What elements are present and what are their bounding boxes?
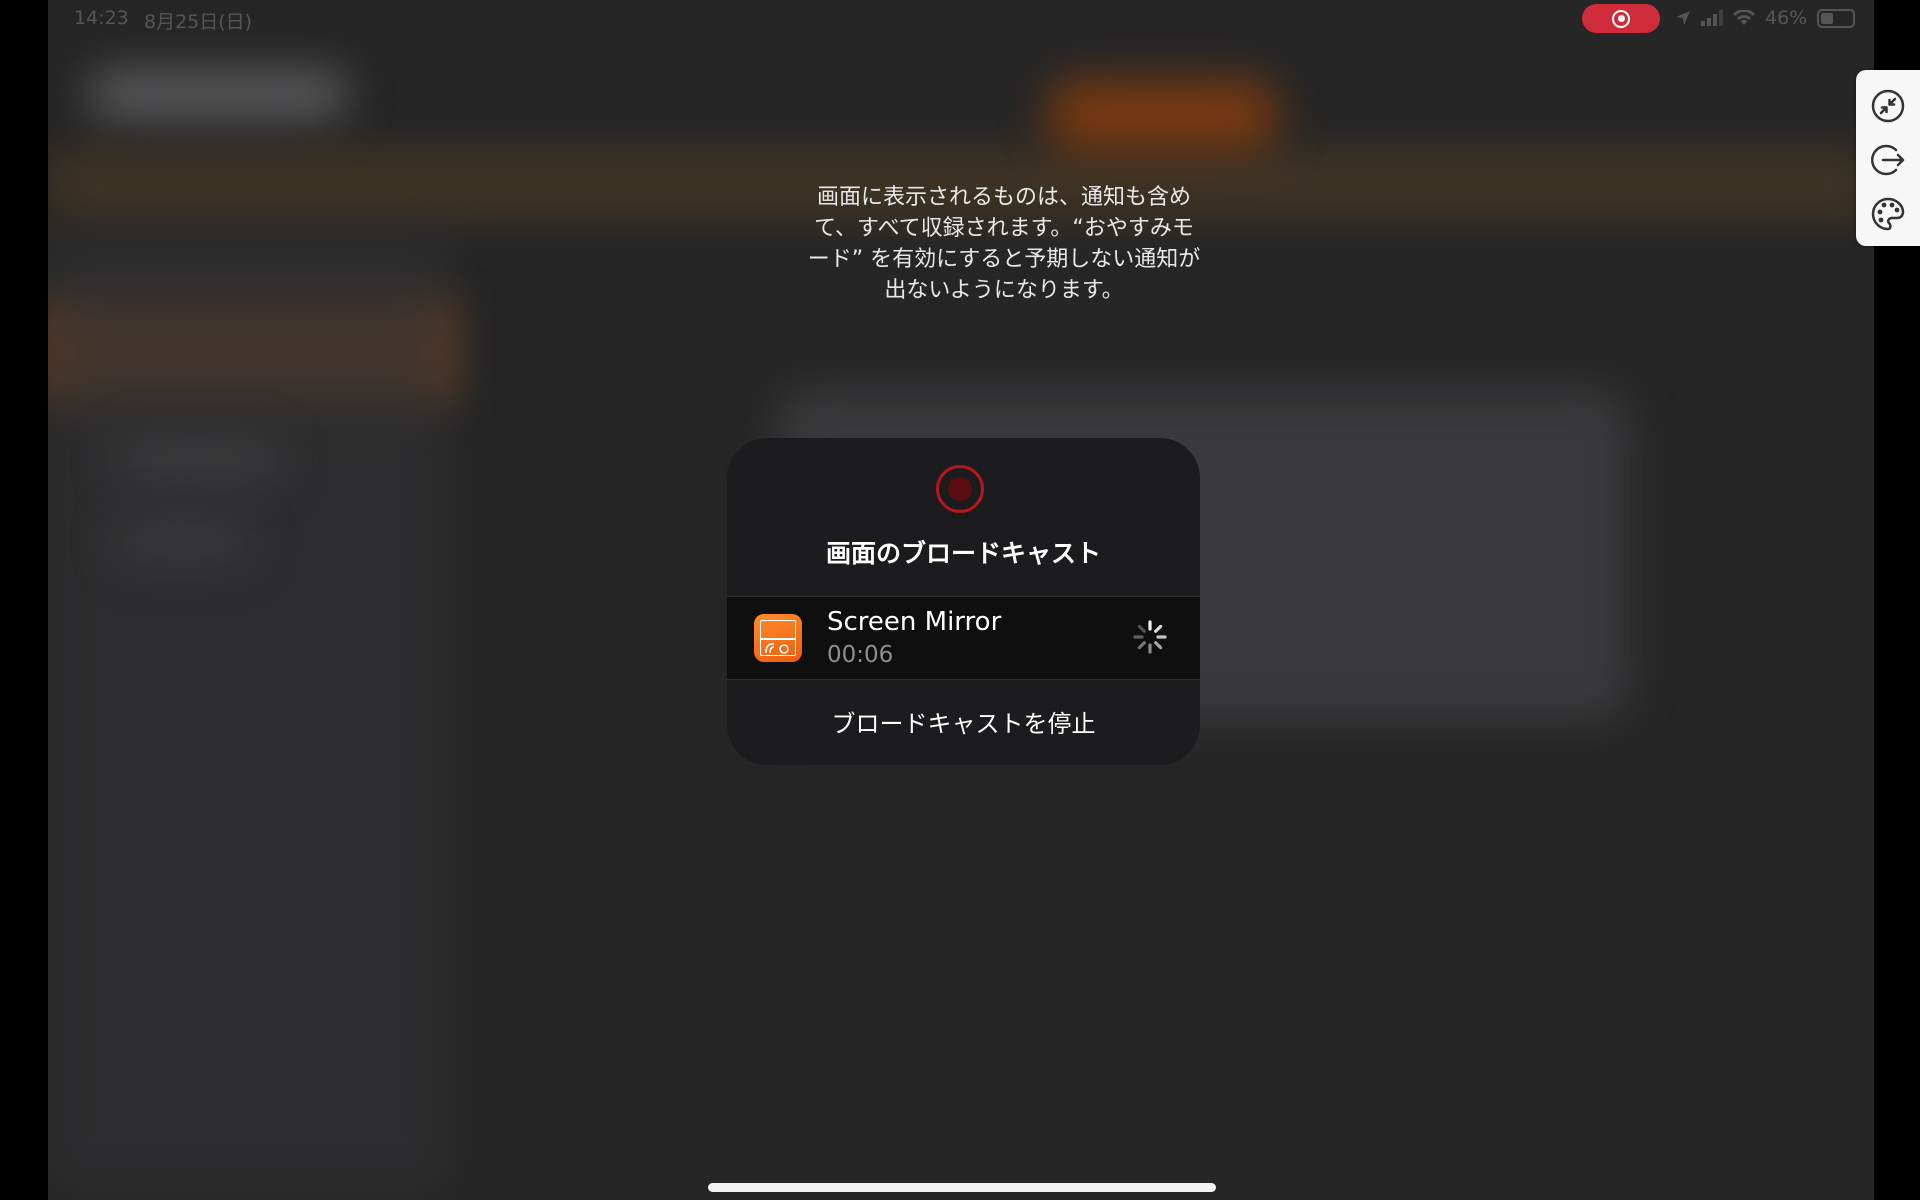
status-time: 14:23 (74, 7, 129, 29)
loading-spinner-icon (1133, 620, 1167, 654)
exit-icon[interactable] (1870, 142, 1906, 178)
app-name: Screen Mirror (827, 607, 1002, 637)
ipad-screen: 14:23 8月25日(日) 46% 画面に表示されるものは、通知も含め て、す… (48, 0, 1874, 1200)
stop-broadcast-button[interactable]: ブロードキャストを停止 (727, 678, 1200, 765)
recording-notice-text: 画面に表示されるものは、通知も含め て、すべて収録されます。“おやすみモ ード”… (807, 185, 1201, 303)
floating-side-toolbar (1856, 70, 1920, 246)
minimize-arrows-icon[interactable] (1870, 88, 1906, 124)
recording-icon (1612, 9, 1630, 28)
record-icon (936, 465, 984, 513)
blurred-background-title (88, 70, 348, 120)
status-date: 8月25日(日) (144, 11, 253, 33)
blurred-background-sidebar (48, 230, 448, 1190)
status-right-group: 46% (1675, 6, 1856, 30)
broadcast-app-row[interactable]: Screen Mirror 00:06 (727, 596, 1200, 680)
status-bar: 14:23 8月25日(日) 46% (48, 0, 1874, 36)
location-arrow-icon (1676, 11, 1690, 25)
screen-mirror-app-icon (754, 614, 802, 662)
broadcast-title: 画面のブロードキャスト (825, 539, 1101, 568)
wifi-icon (1733, 10, 1755, 25)
cellular-signal-icon (1701, 10, 1723, 26)
battery-percentage: 46% (1765, 7, 1808, 29)
blurred-background-orange-tab (1048, 80, 1278, 150)
screen-recording-indicator[interactable] (1582, 4, 1660, 33)
battery-icon (1817, 8, 1856, 28)
home-indicator[interactable] (708, 1183, 1216, 1192)
blurred-background-sidebar-row (118, 440, 278, 480)
blurred-background-sidebar-row (118, 520, 248, 560)
screen-broadcast-panel: 画面のブロードキャスト Screen Mirror 00:06 ブロードキャスト… (727, 438, 1200, 765)
broadcast-elapsed-time: 00:06 (827, 642, 894, 668)
palette-icon[interactable] (1870, 196, 1906, 232)
